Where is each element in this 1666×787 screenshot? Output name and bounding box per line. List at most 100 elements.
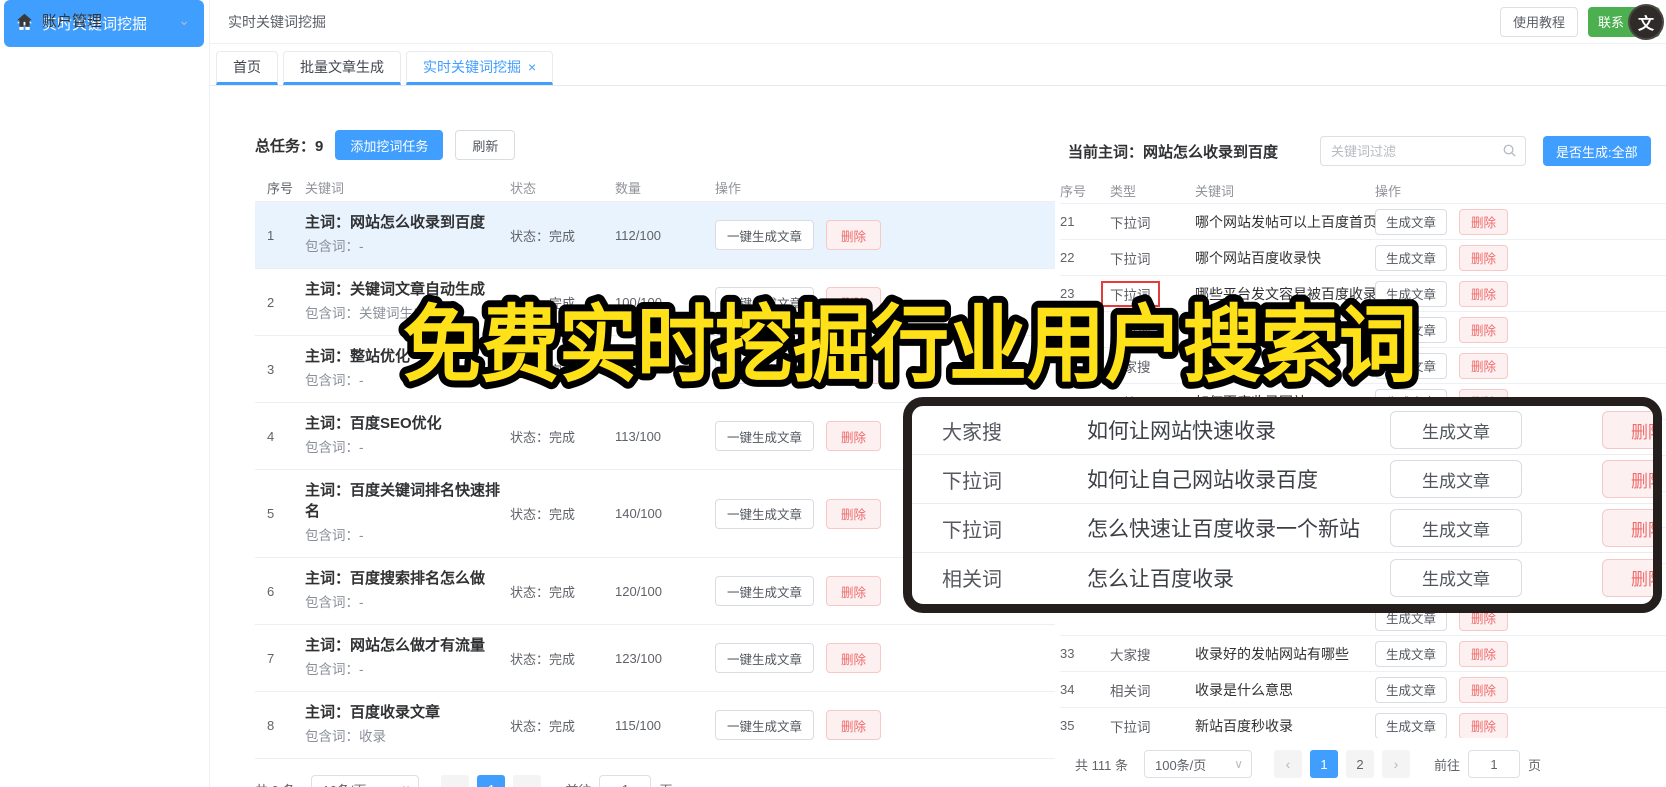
contact-button[interactable]: 联系 文	[1588, 3, 1664, 40]
generate-article-button[interactable]: 生成文章	[1375, 640, 1448, 667]
prev-page-button[interactable]: ‹	[441, 775, 470, 787]
delete-button[interactable]: 删除	[1602, 558, 1653, 597]
generate-article-button[interactable]: 生成文章	[1375, 712, 1448, 738]
add-task-button[interactable]: 添加挖词任务	[335, 130, 444, 160]
next-page-button[interactable]: ›	[513, 775, 542, 787]
table-row[interactable]: 34 相关词 收录是什么意思 生成文章 删除	[1060, 672, 1666, 708]
delete-button[interactable]: 删除	[1459, 280, 1509, 307]
generate-article-button[interactable]: 一键生成文章	[715, 710, 815, 740]
generate-all-button[interactable]: 是否生成:全部	[1543, 136, 1651, 166]
task-main-word: 主词：百度关键词排名快速排名	[305, 482, 501, 520]
task-include-word: 包含词：关键词生成	[305, 306, 427, 321]
table-row[interactable]: 33 大家搜 收录好的发帖网站有哪些 生成文章 删除	[1060, 636, 1666, 672]
table-row[interactable]: 35 下拉词 新站百度秒收录 生成文章 删除	[1060, 708, 1666, 738]
generate-article-button[interactable]: 一键生成文章	[715, 576, 815, 606]
page-numbers: 1	[477, 775, 506, 787]
page-size-select[interactable]: 100条/页 ∨	[1143, 750, 1252, 778]
delete-button[interactable]: 删除	[1459, 352, 1509, 379]
next-page-button[interactable]: ›	[1381, 750, 1410, 778]
page-number-button[interactable]: 2	[1345, 750, 1374, 778]
page-unit-label: 页	[1528, 757, 1542, 773]
generate-article-button[interactable]: 生成文章	[1390, 460, 1522, 498]
sidebar-item[interactable]: 账户管理 ⌄	[4, 0, 204, 40]
keyword-text: 怎么让百度收录	[1087, 567, 1234, 591]
generate-article-button[interactable]: 生成文章	[1375, 352, 1448, 379]
page-unit-label: 页	[659, 780, 672, 787]
tab[interactable]: 实时关键词挖掘 ×	[406, 51, 554, 85]
task-status: 状态：完成	[510, 507, 576, 522]
keyword-type: 下拉词	[942, 470, 1002, 493]
generate-article-button[interactable]: 生成文章	[1375, 208, 1448, 235]
delete-button[interactable]: 删除	[1602, 460, 1653, 498]
generate-article-button[interactable]: 一键生成文章	[715, 643, 815, 673]
goto-page-input[interactable]	[1468, 750, 1520, 778]
table-row[interactable]: 21 下拉词 哪个网站发帖可以上百度首页 生成文章 删除	[1060, 204, 1666, 240]
generate-article-button[interactable]: 一键生成文章	[715, 498, 815, 529]
page-number-button[interactable]: 1	[477, 775, 506, 787]
delete-button[interactable]: 删除	[1459, 676, 1509, 703]
delete-button[interactable]: 删除	[826, 354, 882, 384]
table-row[interactable]: 23 下拉词 哪些平台发文容易被百度收录 生成文章 删除	[1060, 276, 1666, 312]
task-count: 100/100	[615, 294, 662, 310]
table-row[interactable]: 24 下拉词 生成文章 删除	[1060, 312, 1666, 348]
delete-button[interactable]: 删除	[1459, 208, 1509, 235]
delete-button[interactable]: 删除	[1459, 316, 1509, 343]
generate-article-button[interactable]: 生成文章	[1375, 676, 1448, 703]
table-row[interactable]: 1 主词：网站怎么收录到百度 包含词：- 状态：完成 112/100 一键生成文…	[255, 202, 1055, 269]
delete-button[interactable]: 删除	[826, 643, 882, 673]
delete-button[interactable]: 删除	[1602, 411, 1653, 449]
total-tasks-label: 总任务：9	[255, 137, 324, 155]
goto-page-input[interactable]	[599, 775, 652, 787]
task-count: 120/100	[615, 583, 662, 599]
generate-article-button[interactable]: 一键生成文章	[715, 354, 815, 384]
task-main-word: 主词：整站优化	[305, 348, 411, 365]
keyword-text: 如何让自己网站收录百度	[1087, 469, 1318, 492]
tab-bar: 首页 × 批量文章生成 × 实时关键词挖掘 ×	[210, 44, 1666, 86]
sidebar-item-label: 账户管理	[42, 12, 103, 30]
close-icon[interactable]: ×	[528, 60, 536, 74]
table-row[interactable]: 25 大家搜 生成文章 删除	[1060, 348, 1666, 384]
keyword-filter-input[interactable]	[1320, 136, 1527, 166]
keyword-type: 大家搜	[1110, 644, 1195, 664]
delete-button[interactable]: 删除	[1602, 509, 1653, 547]
generate-article-button[interactable]: 一键生成文章	[715, 287, 815, 317]
keyword-type-value: 下拉词	[1110, 251, 1151, 267]
tab[interactable]: 批量文章生成 ×	[283, 51, 401, 85]
tab-label: 实时关键词挖掘	[423, 59, 521, 75]
delete-button[interactable]: 删除	[826, 576, 882, 606]
task-keyword-cell: 主词：百度关键词排名快速排名 包含词：-	[305, 480, 510, 547]
keyword-type: 下拉词	[1110, 320, 1195, 340]
generate-article-button[interactable]: 生成文章	[1375, 280, 1448, 307]
keyword-type: 大家搜	[1110, 356, 1195, 376]
generate-article-button[interactable]: 生成文章	[1390, 411, 1522, 449]
table-row[interactable]: 8 主词：百度收录文章 包含词：收录 状态：完成 115/100 一键生成文章 …	[255, 692, 1055, 759]
table-row[interactable]: 22 下拉词 哪个网站百度收录快 生成文章 删除	[1060, 240, 1666, 276]
table-row[interactable]: 3 主词：整站优化 包含词：- 状态：完成 一键生成文章 删除	[255, 336, 1055, 403]
tab[interactable]: 首页 ×	[216, 51, 278, 85]
delete-button[interactable]: 删除	[826, 421, 882, 451]
delete-button[interactable]: 删除	[826, 498, 882, 529]
generate-article-button[interactable]: 一键生成文章	[715, 421, 815, 451]
task-keyword-cell: 主词：百度收录文章 包含词：收录	[305, 702, 510, 748]
table-row[interactable]: 2 主词：关键词文章自动生成 包含词：关键词生成 状态：完成 100/100 一…	[255, 269, 1055, 336]
page-size-select[interactable]: 10条/页 ∨	[311, 775, 420, 787]
page-number-button[interactable]: 1	[1309, 750, 1338, 778]
delete-button[interactable]: 删除	[826, 710, 882, 740]
tutorial-button[interactable]: 使用教程	[1500, 6, 1578, 37]
generate-article-button[interactable]: 生成文章	[1390, 509, 1522, 547]
generate-article-button[interactable]: 生成文章	[1375, 316, 1448, 343]
delete-button[interactable]: 删除	[1459, 712, 1509, 738]
table-row[interactable]: 7 主词：网站怎么做才有流量 包含词：- 状态：完成 123/100 一键生成文…	[255, 625, 1055, 692]
row-index: 7	[267, 650, 275, 666]
generate-article-button[interactable]: 一键生成文章	[715, 220, 815, 250]
delete-button[interactable]: 删除	[826, 287, 882, 317]
refresh-button[interactable]: 刷新	[455, 130, 516, 160]
keywords-pagination: 共 111 条 100条/页 ∨ ‹ 12 › 前往 页	[1015, 750, 1666, 778]
generate-article-button[interactable]: 生成文章	[1390, 558, 1522, 597]
delete-button[interactable]: 删除	[1459, 244, 1509, 271]
generate-article-button[interactable]: 生成文章	[1375, 244, 1448, 271]
delete-button[interactable]: 删除	[826, 220, 882, 250]
delete-button[interactable]: 删除	[1459, 640, 1509, 667]
search-icon	[1502, 143, 1517, 158]
prev-page-button[interactable]: ‹	[1273, 750, 1302, 778]
